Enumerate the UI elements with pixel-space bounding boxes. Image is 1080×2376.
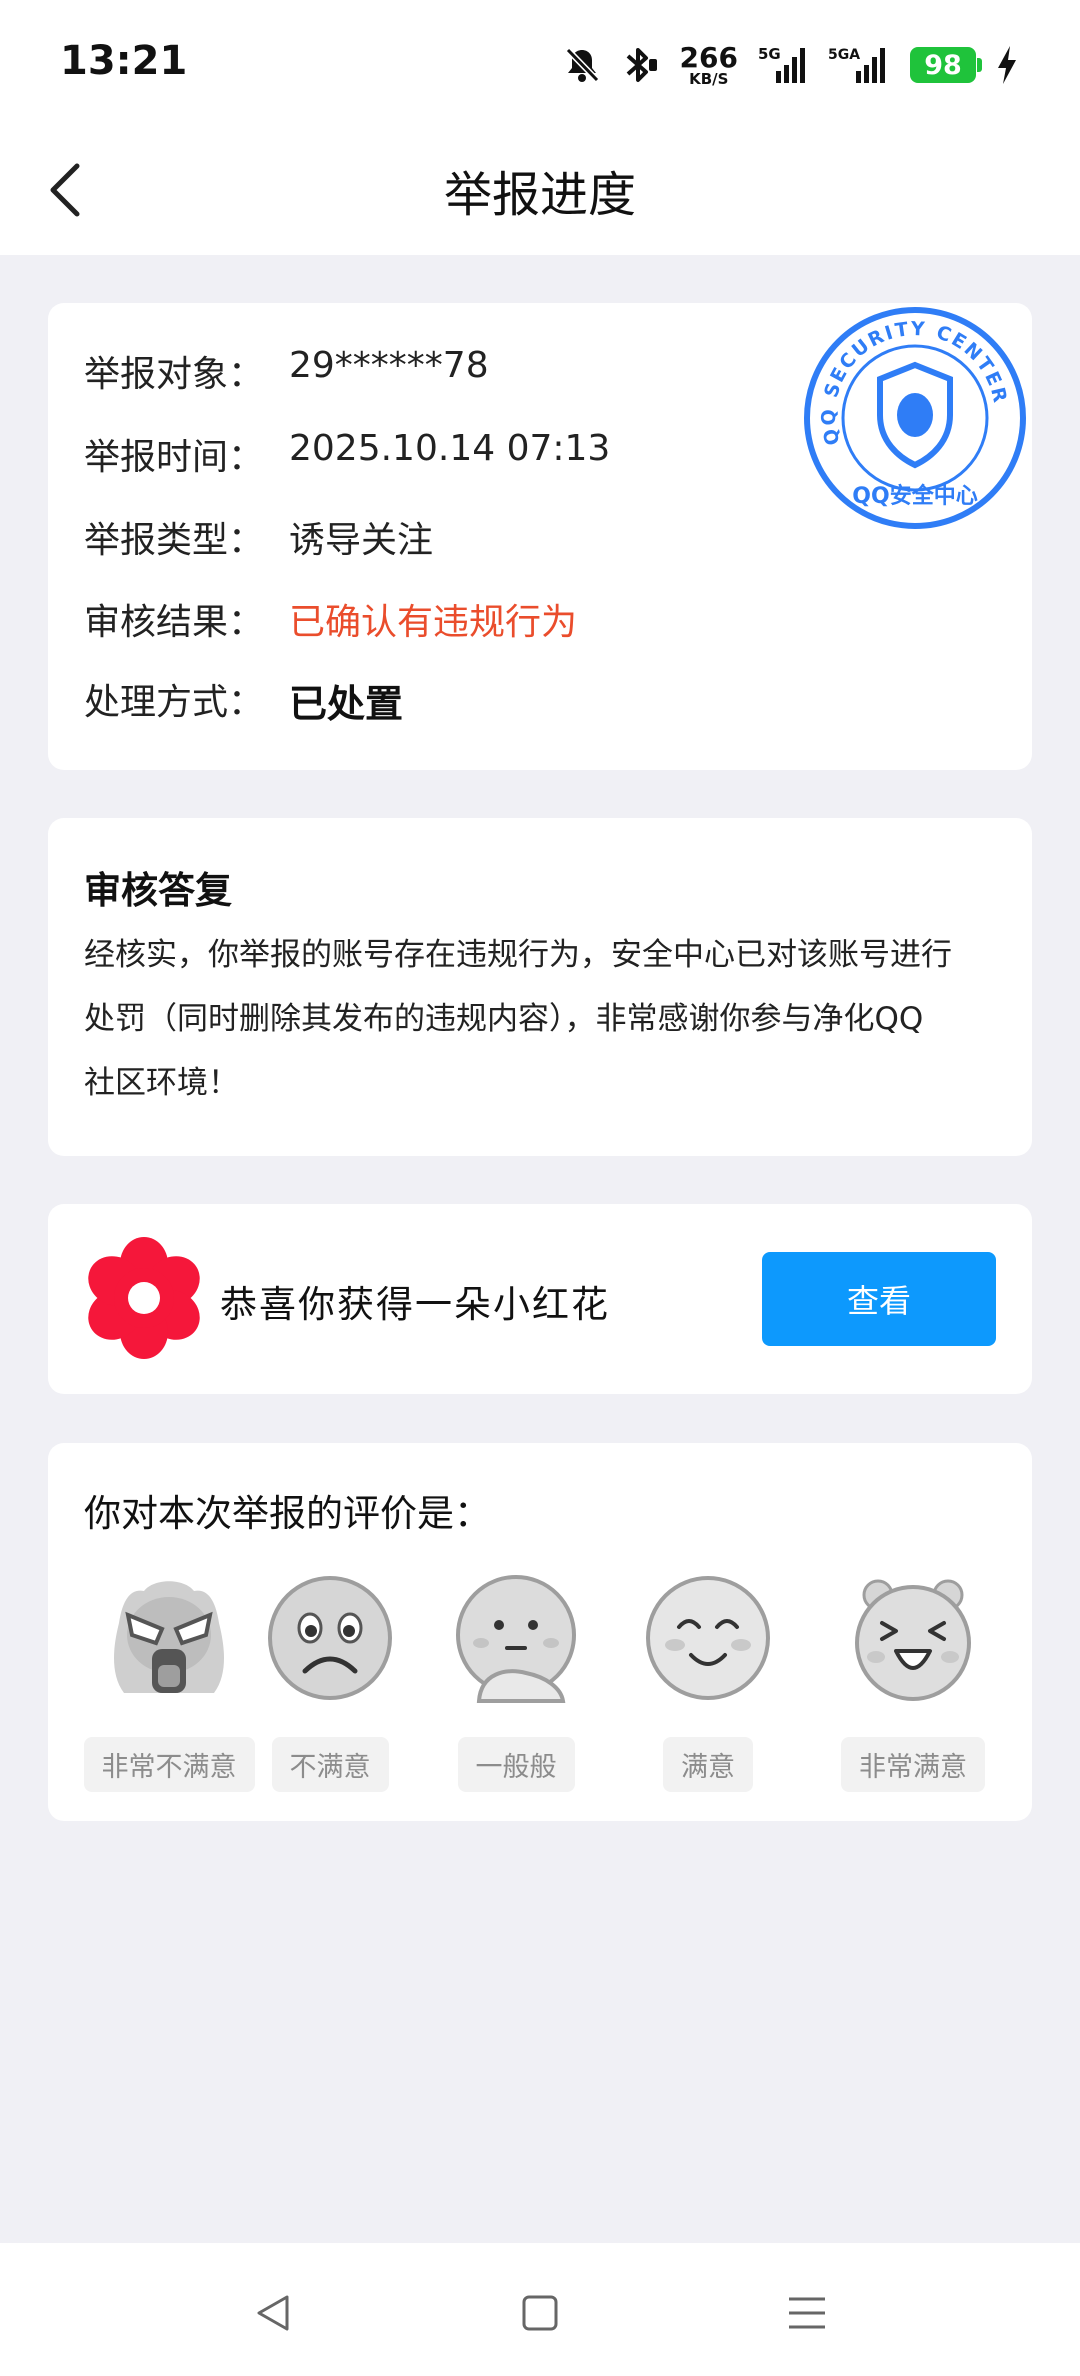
rating-title: 你对本次举报的评价是： <box>84 1492 491 1535</box>
handling-value: 已处置 <box>289 682 404 726</box>
info-row-result: 审核结果： 已确认有违规行为 <box>84 593 577 645</box>
bluetooth-icon <box>626 48 657 82</box>
rating-option-satisfied[interactable]: 满意 <box>646 1573 770 1792</box>
info-label: 举报类型： <box>84 520 265 561</box>
status-bar: 13:21 266 KB/S 5G 5GA 98 <box>0 0 1080 125</box>
reward-text: 恭喜你获得一朵小红花 <box>220 1283 610 1326</box>
rating-label: 满意 <box>663 1737 753 1792</box>
signal2-label: 5GA <box>828 47 860 63</box>
reply-line: 社区环境！ <box>84 1065 239 1101</box>
rating-option-dissatisfied[interactable]: 不满意 <box>268 1573 392 1792</box>
report-info-card: 举报对象： 29******78 举报时间： 2025.10.14 07:13 … <box>48 303 1032 770</box>
home-square-icon <box>522 2295 558 2331</box>
view-button[interactable]: 查看 <box>762 1252 996 1346</box>
battery-indicator: 98 <box>910 47 982 83</box>
report-target-value: 29******78 <box>289 345 489 386</box>
nav-back-button[interactable] <box>243 2283 303 2343</box>
reply-title: 审核答复 <box>84 869 232 912</box>
rating-option-very-satisfied[interactable]: 非常满意 <box>828 1573 998 1792</box>
header: 举报进度 <box>0 125 1080 255</box>
reply-text: 经核实，你举报的账号存在违规行为，安全中心已对该账号进行 处罚（同时删除其发布的… <box>84 923 1004 1115</box>
red-flower-icon <box>88 1237 200 1359</box>
info-label: 举报对象： <box>84 354 265 395</box>
reply-line: 经核实，你举报的账号存在违规行为，安全中心已对该账号进行 <box>84 937 952 973</box>
furious-face-icon <box>114 1581 224 1693</box>
info-label: 处理方式： <box>84 682 265 723</box>
charging-icon <box>998 46 1016 84</box>
rating-option-neutral[interactable]: 一般般 <box>456 1573 576 1792</box>
signal1-label: 5G <box>758 45 781 63</box>
security-center-stamp: QQ SECURITY CENTER QQ安全中心 <box>804 307 1026 529</box>
thinking-face-icon <box>456 1575 576 1703</box>
rating-label: 不满意 <box>271 1737 389 1792</box>
status-icons: 266 KB/S 5G 5GA 98 <box>564 40 1018 90</box>
report-type-value: 诱导关注 <box>289 520 434 561</box>
info-label: 审核结果： <box>84 602 265 643</box>
signal-icon: 5GA <box>828 47 885 83</box>
back-triangle-icon <box>257 2295 289 2331</box>
page-title: 举报进度 <box>443 167 636 223</box>
smile-face-icon <box>646 1576 770 1700</box>
stamp-inner-text: QQ安全中心 <box>852 483 977 509</box>
nav-menu-button[interactable] <box>777 2283 837 2343</box>
speed-value: 266 <box>679 40 738 74</box>
menu-lines-icon <box>789 2297 825 2329</box>
info-row-handling: 处理方式： 已处置 <box>84 673 403 728</box>
rating-option-very-dissatisfied[interactable]: 非常不满意 <box>83 1573 255 1792</box>
speed-unit: KB/S <box>689 69 729 88</box>
status-time: 13:21 <box>60 38 188 84</box>
laughing-bear-face-icon <box>855 1579 971 1701</box>
sad-face-icon <box>268 1576 392 1700</box>
review-reply-card: 审核答复 经核实，你举报的账号存在违规行为，安全中心已对该账号进行 处罚（同时删… <box>48 818 1032 1156</box>
bell-muted-icon <box>565 47 599 83</box>
system-nav-bar <box>0 2243 1080 2376</box>
info-row-type: 举报类型： 诱导关注 <box>84 511 433 563</box>
rating-card: 你对本次举报的评价是： 非常不满意 不满意 一般般 满意 非常满意 <box>48 1443 1032 1821</box>
info-row-time: 举报时间： 2025.10.14 07:13 <box>84 428 610 480</box>
nav-home-button[interactable] <box>510 2283 570 2343</box>
info-label: 举报时间： <box>84 437 265 478</box>
review-result-value: 已确认有违规行为 <box>289 602 578 643</box>
network-speed: 266 KB/S <box>679 40 738 88</box>
reward-card: 恭喜你获得一朵小红花 查看 <box>48 1204 1032 1394</box>
rating-label: 非常满意 <box>841 1737 985 1792</box>
info-row-target: 举报对象： 29******78 <box>84 345 489 397</box>
rating-label: 一般般 <box>457 1737 575 1792</box>
reply-line: 处罚（同时删除其发布的违规内容），非常感谢你参与净化QQ <box>84 1001 924 1037</box>
signal-icon: 5G <box>758 45 805 83</box>
report-time-value: 2025.10.14 07:13 <box>289 428 611 469</box>
rating-label: 非常不满意 <box>83 1737 255 1792</box>
